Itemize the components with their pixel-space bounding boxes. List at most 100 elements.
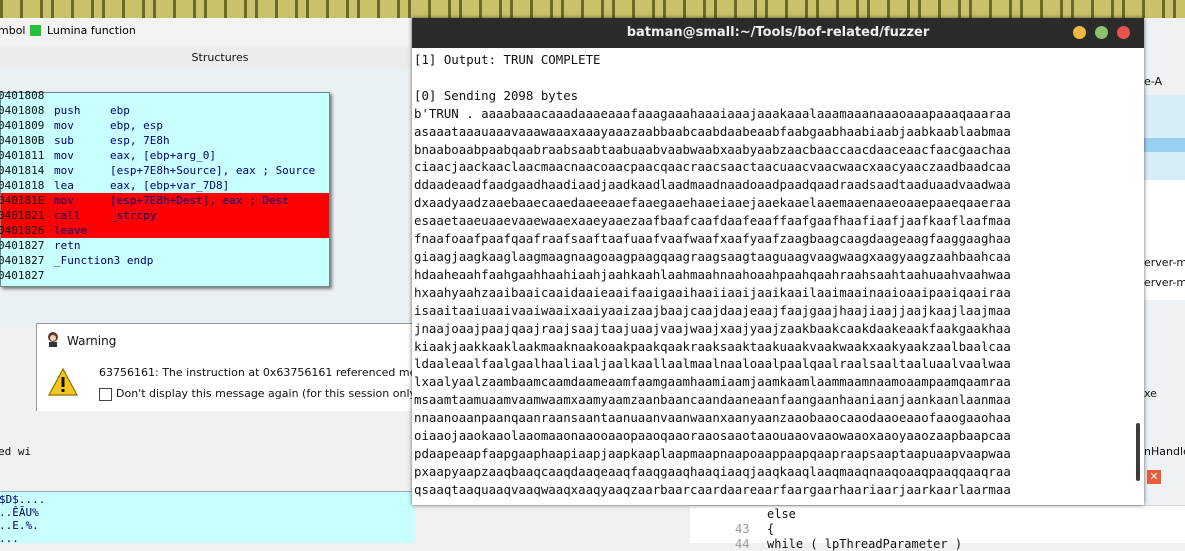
strip-mark — [907, 0, 910, 18]
strip-mark — [867, 0, 870, 18]
asm-line[interactable]: 0401827 — [0, 268, 329, 283]
asm-line[interactable]: 0401809 mov ebp, esp — [0, 118, 329, 133]
hex-line: $D$.... — [0, 493, 46, 506]
asm-address: 040181E — [0, 194, 45, 207]
asm-address: 0401811 — [0, 149, 45, 162]
right-list-selected-row[interactable] — [1143, 138, 1185, 152]
disassembly-block[interactable]: 0401808 0401808 push ebp 0401809 mov ebp, esp 0… — [0, 89, 330, 287]
asm-address: 0401826 — [0, 224, 45, 237]
terminal-window[interactable]: batman@small:~/Tools/bof-related/fuzzer … — [412, 18, 1144, 505]
strip-mark — [459, 0, 462, 18]
strip-mark — [0, 0, 3, 18]
strip-mark — [856, 0, 859, 18]
strip-mark — [102, 0, 105, 18]
ida-toolbar: mbol Lumina function — [0, 18, 415, 46]
asm-mnemonic: mov — [54, 164, 74, 177]
asm-address: 0401808 — [0, 104, 45, 117]
hex-view[interactable]: $D$.... ..ÊÃU% ..E.%. ... — [0, 491, 415, 545]
asm-line[interactable]: 0401826 leave — [0, 223, 329, 238]
asm-operand: ebp, esp — [110, 119, 163, 132]
dialog-title: Warning — [67, 334, 117, 348]
strip-mark — [683, 0, 686, 18]
asm-operand: [esp+7E8h+Dest], eax ; Dest — [110, 194, 289, 207]
asm-line[interactable]: 0401811 mov eax, [ebp+arg_0] — [0, 148, 329, 163]
terminal-line: giaagjaagkaaglaagmaagnaagoaagpaagqaagraa… — [414, 248, 1011, 264]
strip-mark — [1162, 0, 1165, 18]
asm-mnemonic: lea — [54, 179, 74, 192]
strip-mark — [1020, 0, 1023, 18]
strip-mark — [754, 0, 757, 18]
close-icon[interactable]: ✕ — [1147, 470, 1161, 484]
strip-mark — [224, 0, 227, 18]
strip-mark — [918, 0, 921, 18]
asm-line[interactable]: 0401827 _Function3 endp — [0, 253, 329, 268]
strip-mark — [1111, 0, 1114, 18]
terminal-line: b'TRUN . aaaabaaacaaadaaaeaaafaaagaaahaa… — [414, 105, 1011, 121]
strip-mark — [255, 0, 258, 18]
right-label: nHandle — [1144, 445, 1185, 458]
terminal-line: pxaapyaapzaaqbaaqcaaqdaaqeaaqfaaqgaaqhaa… — [414, 463, 1011, 479]
close-button[interactable] — [1117, 26, 1130, 39]
strip-mark — [275, 0, 278, 18]
pseudocode-view[interactable]: else 43 { 44 while ( lpThreadParameter ) — [690, 505, 1185, 551]
terminal-line: ddaadeaadfaadgaadhaadiaadjaadkaadlaadmaa… — [414, 177, 1011, 193]
strip-mark — [632, 0, 635, 18]
asm-mnemonic: sub — [54, 134, 74, 147]
ida-tab-bar: Structures — [0, 48, 415, 69]
asm-line[interactable]: 0401827 retn — [0, 238, 329, 253]
strip-mark — [71, 0, 74, 18]
asm-line[interactable]: 0401814 mov [esp+7E8h+Source], eax ; Sourc… — [0, 163, 329, 178]
terminal-title: batman@small:~/Tools/bof-related/fuzzer — [412, 18, 1144, 48]
asm-line[interactable]: 0401818 lea eax, [ebp+var_7D8] — [0, 178, 329, 193]
right-label: e-A — [1144, 75, 1163, 88]
strip-mark — [326, 0, 329, 18]
asm-line[interactable]: 0401808 push ebp — [0, 103, 329, 118]
dont-display-checkbox[interactable] — [99, 388, 112, 401]
right-label: erver-m — [1144, 256, 1185, 269]
maximize-button[interactable] — [1095, 26, 1108, 39]
strip-mark — [785, 0, 788, 18]
strip-mark — [1091, 0, 1094, 18]
asm-address: 0401808 — [0, 89, 45, 102]
terminal-line: oiaaojaaokaaolaaomaaonaaooaaopaaoqaaoraa… — [414, 428, 1011, 444]
asm-line[interactable]: 0401821 call _strcpy — [0, 208, 329, 223]
terminal-line: msaamtaamuaamvaamwaamxaamyaamzaanbaancaa… — [414, 392, 1011, 408]
strip-mark — [561, 0, 564, 18]
strip-mark — [173, 0, 176, 18]
code-line: while ( lpThreadParameter ) — [767, 537, 963, 551]
terminal-line: ciaacjaackaaclaacmaacnaacoaacpaacqaacraa… — [414, 159, 1011, 175]
asm-line[interactable]: 0401808 — [0, 88, 329, 103]
strip-mark — [938, 0, 941, 18]
strip-mark — [734, 0, 737, 18]
asm-line[interactable]: 040180B sub esp, 7E8h — [0, 133, 329, 148]
warning-message: 63756161: The instruction at 0x63756161 … — [99, 366, 439, 379]
lumina-color-swatch — [30, 25, 41, 36]
strip-mark — [765, 0, 768, 18]
strip-mark — [122, 0, 125, 18]
strip-mark — [479, 0, 482, 18]
terminal-output[interactable]: [1] Output: TRUN COMPLETE [0] Sending 20… — [414, 51, 1136, 501]
strip-mark — [1060, 0, 1063, 18]
strip-mark — [499, 0, 502, 18]
asm-mnemonic: mov — [54, 194, 74, 207]
strip-mark — [836, 0, 839, 18]
strip-mark — [244, 0, 247, 18]
asm-address: 0401818 — [0, 179, 45, 192]
asm-operand: [esp+7E8h+Source], eax ; Source — [110, 164, 316, 177]
strip-mark — [40, 0, 43, 18]
strip-mark — [703, 0, 706, 18]
terminal-line: [0] Sending 2098 bytes — [414, 87, 579, 103]
minimize-button[interactable] — [1073, 26, 1086, 39]
terminal-scrollbar[interactable] — [1136, 423, 1140, 481]
asm-address: 0401827 — [0, 239, 45, 252]
lumina-legend-label: Lumina function — [47, 24, 136, 37]
tab-structures[interactable]: Structures — [80, 48, 360, 68]
strip-mark — [295, 0, 298, 18]
hex-line: ..E.%. — [0, 519, 39, 532]
asm-operand: eax, [ebp+arg_0] — [110, 149, 216, 162]
terminal-line: jnaajoaajpaajqaajraajsaajtaajuaajvaajwaa… — [414, 320, 1011, 336]
symbol-legend-label: mbol — [0, 24, 26, 37]
asm-line[interactable]: 040181E mov [esp+7E8h+Dest], eax ; Dest — [0, 193, 329, 208]
ida-title-strip — [0, 0, 1185, 18]
